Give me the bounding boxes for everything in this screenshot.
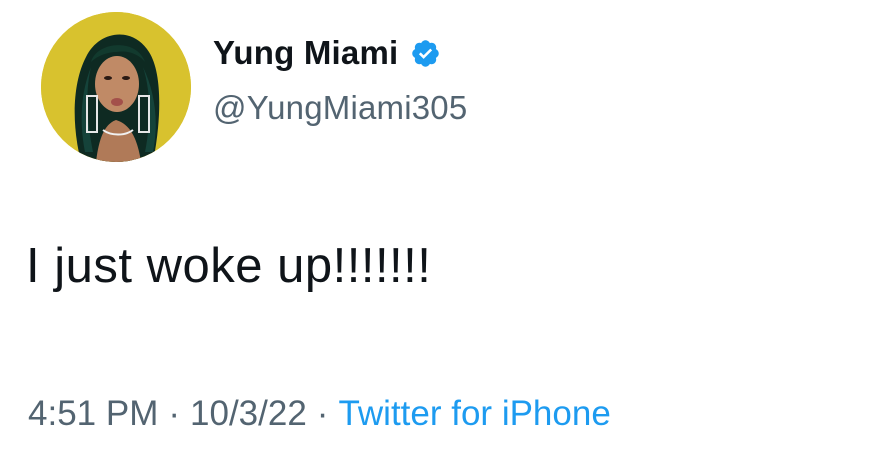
author-block: Yung Miami @YungMiami305: [213, 33, 467, 127]
avatar-portrait-icon: [41, 12, 191, 162]
tweet-card: Yung Miami @YungMiami305 I just woke up!…: [0, 0, 890, 474]
author-handle[interactable]: @YungMiami305: [213, 89, 467, 127]
author-display-name[interactable]: Yung Miami: [213, 34, 398, 72]
meta-separator: ·: [316, 394, 329, 433]
author-name-row[interactable]: Yung Miami: [213, 33, 467, 73]
tweet-meta: 4:51 PM · 10/3/22 · Twitter for iPhone: [28, 394, 611, 434]
tweet-time[interactable]: 4:51 PM: [28, 394, 158, 434]
verified-badge-icon: [410, 38, 441, 69]
meta-separator: ·: [168, 394, 181, 433]
author-avatar[interactable]: [41, 12, 191, 162]
tweet-source-link[interactable]: Twitter for iPhone: [338, 394, 610, 434]
tweet-text: I just woke up!!!!!!!: [26, 239, 432, 293]
tweet-date[interactable]: 10/3/22: [190, 394, 307, 434]
